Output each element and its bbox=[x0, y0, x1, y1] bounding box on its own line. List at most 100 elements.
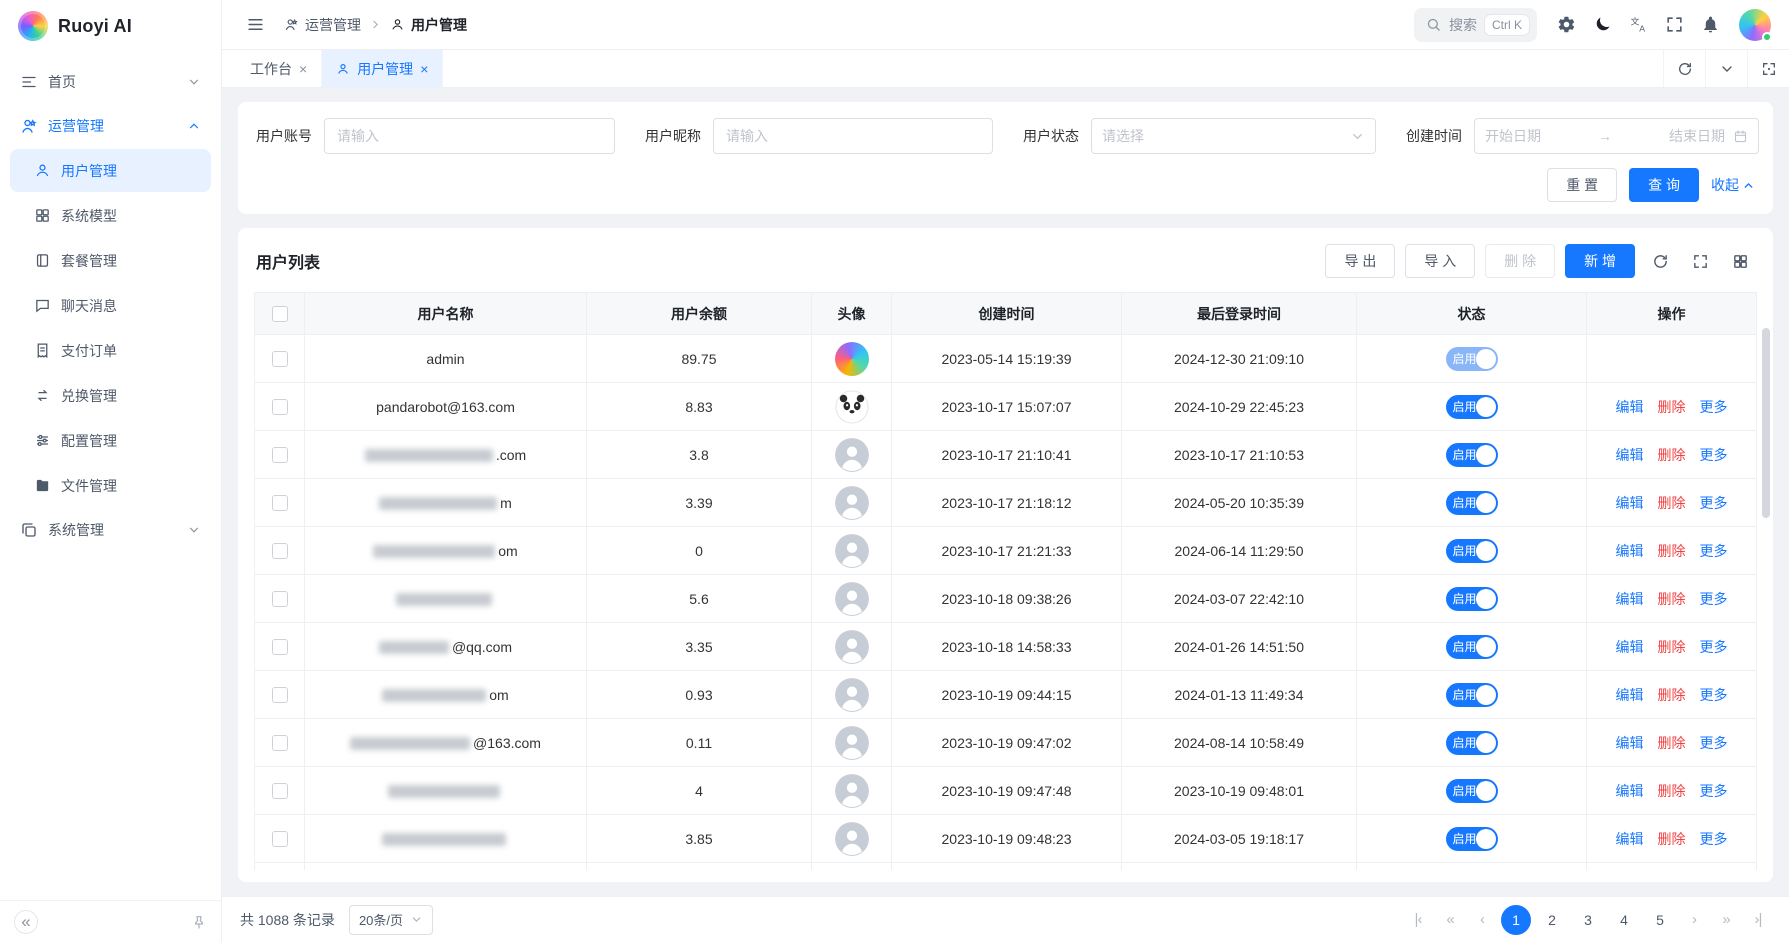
edit-link[interactable]: 编辑 bbox=[1616, 541, 1644, 561]
sidebar-subitem-用户管理[interactable]: 用户管理 bbox=[10, 149, 211, 192]
status-toggle[interactable]: 启用 bbox=[1446, 539, 1498, 563]
sidebar-subitem-文件管理[interactable]: 文件管理 bbox=[10, 464, 211, 507]
refresh-tab-icon[interactable] bbox=[1663, 50, 1705, 87]
prev-page-button[interactable]: ‹ bbox=[1469, 905, 1495, 935]
delete-link[interactable]: 删除 bbox=[1658, 493, 1686, 513]
edit-link[interactable]: 编辑 bbox=[1616, 685, 1644, 705]
delete-link[interactable]: 删除 bbox=[1658, 637, 1686, 657]
more-link[interactable]: 更多 bbox=[1700, 445, 1728, 465]
breadcrumb-item-operations[interactable]: 运营管理 bbox=[284, 15, 361, 35]
more-link[interactable]: 更多 bbox=[1700, 397, 1728, 417]
settings-gear-icon[interactable] bbox=[1551, 10, 1581, 40]
sidebar-item-system[interactable]: 系统管理 bbox=[10, 508, 211, 552]
sidebar-subitem-聊天消息[interactable]: 聊天消息 bbox=[10, 284, 211, 327]
delete-link[interactable]: 删除 bbox=[1658, 733, 1686, 753]
edit-link[interactable]: 编辑 bbox=[1616, 445, 1644, 465]
vertical-scrollbar[interactable] bbox=[1762, 328, 1770, 518]
select-all-checkbox[interactable] bbox=[272, 306, 288, 322]
menu-toggle-icon[interactable] bbox=[240, 10, 270, 40]
user-account-input[interactable] bbox=[324, 118, 615, 154]
collapse-sidebar-icon[interactable]: « bbox=[14, 910, 38, 934]
table-fullscreen-icon[interactable] bbox=[1685, 246, 1715, 276]
more-link[interactable]: 更多 bbox=[1700, 637, 1728, 657]
sidebar-item-home[interactable]: 首页 bbox=[10, 60, 211, 104]
content-fullscreen-icon[interactable] bbox=[1747, 50, 1789, 87]
user-status-select[interactable]: 请选择 bbox=[1091, 118, 1376, 154]
close-icon[interactable]: × bbox=[299, 62, 307, 76]
status-toggle[interactable]: 启用 bbox=[1446, 827, 1498, 851]
delete-button[interactable]: 删 除 bbox=[1485, 244, 1555, 278]
status-toggle[interactable]: 启用 bbox=[1446, 779, 1498, 803]
edit-link[interactable]: 编辑 bbox=[1616, 781, 1644, 801]
row-checkbox[interactable] bbox=[272, 495, 288, 511]
jump-forward-button[interactable]: » bbox=[1713, 905, 1739, 935]
refresh-table-icon[interactable] bbox=[1645, 246, 1675, 276]
column-settings-grid-icon[interactable] bbox=[1725, 246, 1755, 276]
status-toggle[interactable]: 启用 bbox=[1446, 491, 1498, 515]
sidebar-subitem-支付订单[interactable]: 支付订单 bbox=[10, 329, 211, 372]
row-checkbox[interactable] bbox=[272, 591, 288, 607]
page-button-1[interactable]: 1 bbox=[1501, 905, 1531, 935]
row-checkbox[interactable] bbox=[272, 543, 288, 559]
more-link[interactable]: 更多 bbox=[1700, 733, 1728, 753]
delete-link[interactable]: 删除 bbox=[1658, 781, 1686, 801]
tab-user-management[interactable]: 用户管理 × bbox=[322, 50, 443, 87]
sidebar-subitem-套餐管理[interactable]: 套餐管理 bbox=[10, 239, 211, 282]
fullscreen-icon[interactable] bbox=[1659, 10, 1689, 40]
dark-mode-moon-icon[interactable] bbox=[1587, 10, 1617, 40]
import-button[interactable]: 导 入 bbox=[1405, 244, 1475, 278]
more-link[interactable]: 更多 bbox=[1700, 493, 1728, 513]
delete-link[interactable]: 删除 bbox=[1658, 541, 1686, 561]
add-button[interactable]: 新 增 bbox=[1565, 244, 1635, 278]
status-toggle[interactable]: 启用 bbox=[1446, 731, 1498, 755]
notification-bell-icon[interactable] bbox=[1695, 10, 1725, 40]
status-toggle[interactable]: 启用 bbox=[1446, 587, 1498, 611]
last-page-button[interactable]: ›| bbox=[1745, 905, 1771, 935]
global-search[interactable]: 搜索 Ctrl K bbox=[1414, 8, 1537, 42]
tab-workbench[interactable]: 工作台 × bbox=[236, 50, 322, 87]
sidebar-subitem-兑换管理[interactable]: 兑换管理 bbox=[10, 374, 211, 417]
delete-link[interactable]: 删除 bbox=[1658, 589, 1686, 609]
row-checkbox[interactable] bbox=[272, 639, 288, 655]
row-checkbox[interactable] bbox=[272, 783, 288, 799]
jump-back-button[interactable]: « bbox=[1437, 905, 1463, 935]
row-checkbox[interactable] bbox=[272, 831, 288, 847]
status-toggle[interactable]: 启用 bbox=[1446, 443, 1498, 467]
delete-link[interactable]: 删除 bbox=[1658, 445, 1686, 465]
page-button-5[interactable]: 5 bbox=[1645, 905, 1675, 935]
export-button[interactable]: 导 出 bbox=[1325, 244, 1395, 278]
search-button[interactable]: 查 询 bbox=[1629, 168, 1699, 202]
status-toggle[interactable]: 启用 bbox=[1446, 347, 1498, 371]
reset-button[interactable]: 重 置 bbox=[1547, 168, 1617, 202]
edit-link[interactable]: 编辑 bbox=[1616, 493, 1644, 513]
status-toggle[interactable]: 启用 bbox=[1446, 395, 1498, 419]
row-checkbox[interactable] bbox=[272, 687, 288, 703]
collapse-filters-link[interactable]: 收起 bbox=[1711, 175, 1755, 195]
page-size-select[interactable]: 20条/页 bbox=[349, 905, 433, 935]
status-toggle[interactable]: 启用 bbox=[1446, 635, 1498, 659]
row-checkbox[interactable] bbox=[272, 735, 288, 751]
row-checkbox[interactable] bbox=[272, 351, 288, 367]
row-checkbox[interactable] bbox=[272, 399, 288, 415]
more-link[interactable]: 更多 bbox=[1700, 589, 1728, 609]
close-icon[interactable]: × bbox=[420, 62, 428, 76]
sidebar-item-operations[interactable]: 运营管理 bbox=[10, 104, 211, 148]
pin-sidebar-icon[interactable] bbox=[191, 914, 207, 930]
next-page-button[interactable]: › bbox=[1681, 905, 1707, 935]
breadcrumb-item-users[interactable]: 用户管理 bbox=[390, 15, 467, 35]
date-range-picker[interactable]: 开始日期 → 结束日期 bbox=[1474, 118, 1759, 154]
page-button-4[interactable]: 4 bbox=[1609, 905, 1639, 935]
tab-options-chevron-icon[interactable] bbox=[1705, 50, 1747, 87]
edit-link[interactable]: 编辑 bbox=[1616, 829, 1644, 849]
page-button-3[interactable]: 3 bbox=[1573, 905, 1603, 935]
more-link[interactable]: 更多 bbox=[1700, 685, 1728, 705]
edit-link[interactable]: 编辑 bbox=[1616, 397, 1644, 417]
delete-link[interactable]: 删除 bbox=[1658, 685, 1686, 705]
user-avatar[interactable] bbox=[1739, 9, 1771, 41]
edit-link[interactable]: 编辑 bbox=[1616, 589, 1644, 609]
delete-link[interactable]: 删除 bbox=[1658, 829, 1686, 849]
page-button-2[interactable]: 2 bbox=[1537, 905, 1567, 935]
language-translate-icon[interactable]: 文A bbox=[1623, 10, 1653, 40]
sidebar-subitem-配置管理[interactable]: 配置管理 bbox=[10, 419, 211, 462]
user-nickname-input[interactable] bbox=[713, 118, 993, 154]
